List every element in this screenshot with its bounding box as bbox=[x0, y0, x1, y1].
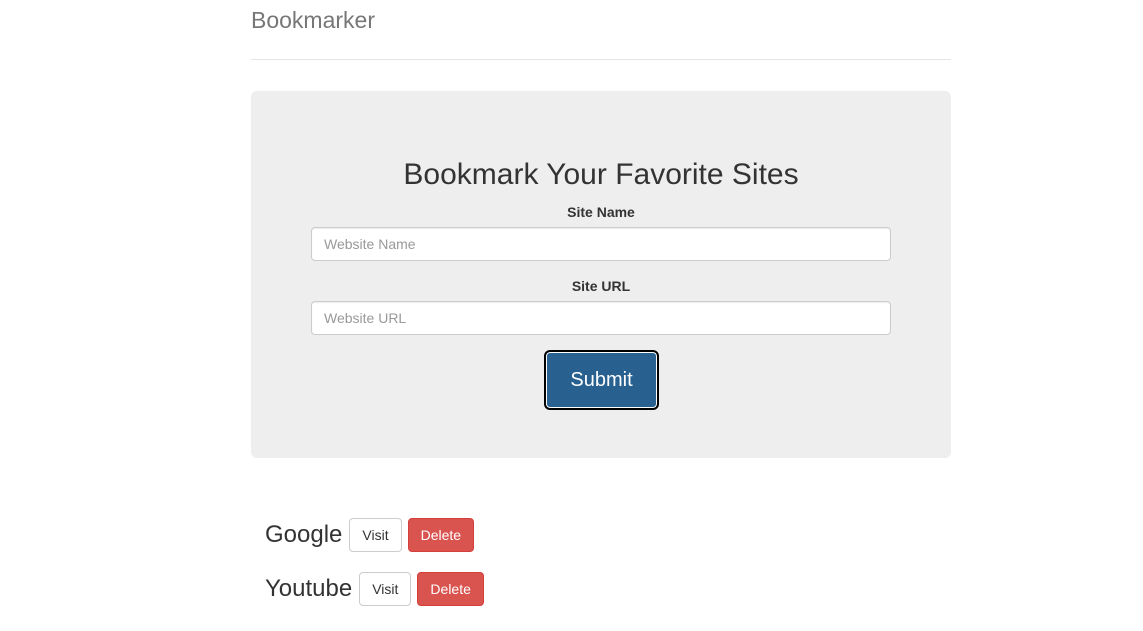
page-container: Bookmarker Bookmark Your Favorite Sites … bbox=[251, 0, 951, 458]
delete-button[interactable]: Delete bbox=[407, 518, 475, 552]
site-url-label: Site URL bbox=[571, 278, 631, 294]
bookmark-name: Google bbox=[265, 521, 343, 548]
visit-button[interactable]: Visit bbox=[359, 572, 412, 606]
site-name-input[interactable] bbox=[311, 227, 891, 261]
delete-button[interactable]: Delete bbox=[417, 572, 484, 606]
submit-button[interactable]: Submit bbox=[544, 350, 659, 410]
site-url-input[interactable] bbox=[311, 301, 891, 335]
brand-title: Bookmarker bbox=[251, 7, 375, 33]
header: Bookmarker bbox=[251, 0, 951, 60]
bookmark-item: Google Visit Delete bbox=[265, 518, 475, 552]
form-title: Bookmark Your Favorite Sites bbox=[403, 158, 799, 191]
bookmark-item: Youtube Visit Delete bbox=[265, 572, 484, 606]
site-name-label: Site Name bbox=[567, 204, 635, 220]
bookmark-name: Youtube bbox=[265, 575, 353, 602]
visit-button[interactable]: Visit bbox=[349, 518, 402, 552]
